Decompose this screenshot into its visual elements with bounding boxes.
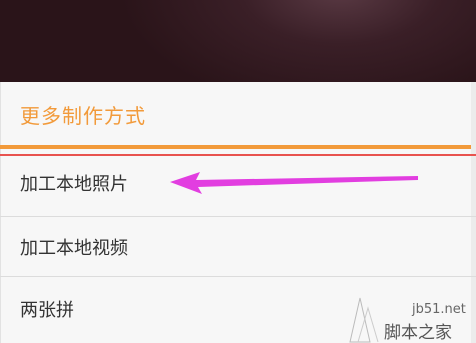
title-underline bbox=[0, 145, 471, 149]
background-image bbox=[0, 0, 476, 82]
menu-item-label: 加工本地视频 bbox=[20, 238, 128, 259]
annotation-arrow-icon bbox=[170, 172, 418, 194]
watermark-brand: 脚本之家 bbox=[384, 323, 452, 343]
menu-item-label: 加工本地照片 bbox=[20, 174, 128, 195]
menu-item-process-local-video[interactable]: 加工本地视频 bbox=[0, 216, 476, 276]
sheet-title: 更多制作方式 bbox=[20, 104, 146, 128]
menu-item-label: 两张拼 bbox=[20, 300, 74, 321]
watermark-site: jb51.net bbox=[412, 302, 466, 317]
